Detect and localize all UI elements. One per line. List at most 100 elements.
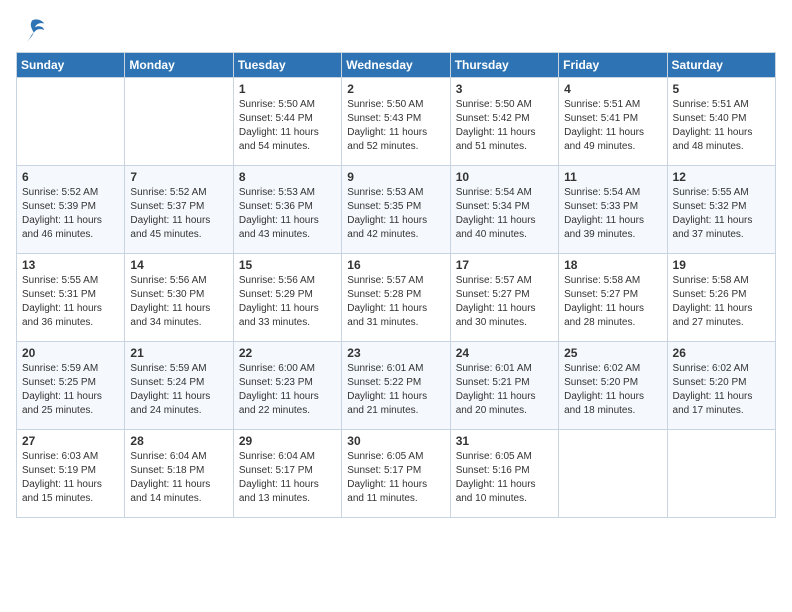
day-info: Sunrise: 5:58 AM Sunset: 5:26 PM Dayligh…: [673, 274, 770, 330]
calendar-cell: 4 Sunrise: 5:51 AM Sunset: 5:41 PM Daylig…: [559, 78, 667, 166]
day-info: Sunrise: 6:01 AM Sunset: 5:22 PM Dayligh…: [347, 362, 444, 418]
day-number: 10: [456, 170, 553, 184]
calendar-cell: 15Sunrise: 5:56 AM Sunset: 5:29 PM Dayli…: [233, 254, 341, 342]
day-info: Sunrise: 5:55 AM Sunset: 5:32 PM Dayligh…: [673, 186, 770, 242]
calendar-cell: 5 Sunrise: 5:51 AM Sunset: 5:40 PM Daylig…: [667, 78, 775, 166]
calendar-cell: 25 Sunrise: 6:02 AM Sunset: 5:20 PM Dayli…: [559, 342, 667, 430]
calendar-cell: 21 Sunrise: 5:59 AM Sunset: 5:24 PM Dayli…: [125, 342, 233, 430]
day-number: 31: [456, 434, 553, 448]
calendar-cell: 9 Sunrise: 5:53 AM Sunset: 5:35 PM Daylig…: [342, 166, 450, 254]
calendar-cell: 1 Sunrise: 5:50 AM Sunset: 5:44 PM Daylig…: [233, 78, 341, 166]
day-number: 2: [347, 82, 444, 96]
calendar-cell: 8 Sunrise: 5:53 AM Sunset: 5:36 PM Daylig…: [233, 166, 341, 254]
day-info: Sunrise: 5:51 AM Sunset: 5:40 PM Dayligh…: [673, 98, 770, 154]
day-info: Sunrise: 5:57 AM Sunset: 5:28 PM Dayligh…: [347, 274, 444, 330]
weekday-header-sunday: Sunday: [17, 53, 125, 78]
day-number: 11: [564, 170, 661, 184]
day-info: Sunrise: 5:51 AM Sunset: 5:41 PM Dayligh…: [564, 98, 661, 154]
day-number: 30: [347, 434, 444, 448]
calendar-cell: 3 Sunrise: 5:50 AM Sunset: 5:42 PM Daylig…: [450, 78, 558, 166]
day-number: 8: [239, 170, 336, 184]
day-info: Sunrise: 5:55 AM Sunset: 5:31 PM Dayligh…: [22, 274, 119, 330]
day-info: Sunrise: 5:50 AM Sunset: 5:42 PM Dayligh…: [456, 98, 553, 154]
logo-bird-icon: [18, 16, 46, 44]
day-number: 9: [347, 170, 444, 184]
day-info: Sunrise: 6:05 AM Sunset: 5:17 PM Dayligh…: [347, 450, 444, 506]
weekday-header-row: SundayMondayTuesdayWednesdayThursdayFrid…: [17, 53, 776, 78]
day-info: Sunrise: 5:56 AM Sunset: 5:30 PM Dayligh…: [130, 274, 227, 330]
day-info: Sunrise: 5:53 AM Sunset: 5:36 PM Dayligh…: [239, 186, 336, 242]
day-info: Sunrise: 5:54 AM Sunset: 5:34 PM Dayligh…: [456, 186, 553, 242]
day-number: 27: [22, 434, 119, 448]
day-info: Sunrise: 5:50 AM Sunset: 5:43 PM Dayligh…: [347, 98, 444, 154]
day-info: Sunrise: 5:50 AM Sunset: 5:44 PM Dayligh…: [239, 98, 336, 154]
calendar-cell: 7 Sunrise: 5:52 AM Sunset: 5:37 PM Daylig…: [125, 166, 233, 254]
day-number: 17: [456, 258, 553, 272]
day-number: 26: [673, 346, 770, 360]
calendar-cell: 31Sunrise: 6:05 AM Sunset: 5:16 PM Dayli…: [450, 430, 558, 518]
day-info: Sunrise: 5:53 AM Sunset: 5:35 PM Dayligh…: [347, 186, 444, 242]
weekday-header-monday: Monday: [125, 53, 233, 78]
day-info: Sunrise: 6:02 AM Sunset: 5:20 PM Dayligh…: [564, 362, 661, 418]
day-info: Sunrise: 6:02 AM Sunset: 5:20 PM Dayligh…: [673, 362, 770, 418]
day-info: Sunrise: 5:59 AM Sunset: 5:25 PM Dayligh…: [22, 362, 119, 418]
calendar-week-row: 27 Sunrise: 6:03 AM Sunset: 5:19 PM Dayli…: [17, 430, 776, 518]
calendar-cell: 19 Sunrise: 5:58 AM Sunset: 5:26 PM Dayli…: [667, 254, 775, 342]
page-header: [16, 16, 776, 44]
day-number: 4: [564, 82, 661, 96]
calendar-cell: 22 Sunrise: 6:00 AM Sunset: 5:23 PM Dayli…: [233, 342, 341, 430]
calendar-cell: [559, 430, 667, 518]
day-info: Sunrise: 6:00 AM Sunset: 5:23 PM Dayligh…: [239, 362, 336, 418]
calendar-cell: 23Sunrise: 6:01 AM Sunset: 5:22 PM Dayli…: [342, 342, 450, 430]
weekday-header-saturday: Saturday: [667, 53, 775, 78]
calendar-cell: 27 Sunrise: 6:03 AM Sunset: 5:19 PM Dayli…: [17, 430, 125, 518]
calendar-cell: 29 Sunrise: 6:04 AM Sunset: 5:17 PM Dayli…: [233, 430, 341, 518]
day-number: 28: [130, 434, 227, 448]
day-number: 5: [673, 82, 770, 96]
weekday-header-thursday: Thursday: [450, 53, 558, 78]
calendar-cell: 18Sunrise: 5:58 AM Sunset: 5:27 PM Dayli…: [559, 254, 667, 342]
day-number: 7: [130, 170, 227, 184]
day-info: Sunrise: 6:03 AM Sunset: 5:19 PM Dayligh…: [22, 450, 119, 506]
day-number: 12: [673, 170, 770, 184]
day-number: 6: [22, 170, 119, 184]
calendar-week-row: 20 Sunrise: 5:59 AM Sunset: 5:25 PM Dayli…: [17, 342, 776, 430]
calendar-cell: 30 Sunrise: 6:05 AM Sunset: 5:17 PM Dayli…: [342, 430, 450, 518]
day-number: 20: [22, 346, 119, 360]
day-number: 1: [239, 82, 336, 96]
day-number: 13: [22, 258, 119, 272]
weekday-header-wednesday: Wednesday: [342, 53, 450, 78]
calendar-cell: 12 Sunrise: 5:55 AM Sunset: 5:32 PM Dayli…: [667, 166, 775, 254]
calendar-cell: 28 Sunrise: 6:04 AM Sunset: 5:18 PM Dayli…: [125, 430, 233, 518]
calendar-cell: 13 Sunrise: 5:55 AM Sunset: 5:31 PM Dayli…: [17, 254, 125, 342]
calendar-cell: 26 Sunrise: 6:02 AM Sunset: 5:20 PM Dayli…: [667, 342, 775, 430]
calendar-cell: 14 Sunrise: 5:56 AM Sunset: 5:30 PM Dayli…: [125, 254, 233, 342]
calendar-cell: 11 Sunrise: 5:54 AM Sunset: 5:33 PM Dayli…: [559, 166, 667, 254]
calendar-cell: 2 Sunrise: 5:50 AM Sunset: 5:43 PM Daylig…: [342, 78, 450, 166]
day-number: 22: [239, 346, 336, 360]
calendar-cell: [125, 78, 233, 166]
day-number: 16: [347, 258, 444, 272]
day-info: Sunrise: 6:01 AM Sunset: 5:21 PM Dayligh…: [456, 362, 553, 418]
day-info: Sunrise: 6:04 AM Sunset: 5:17 PM Dayligh…: [239, 450, 336, 506]
day-number: 3: [456, 82, 553, 96]
day-info: Sunrise: 5:52 AM Sunset: 5:37 PM Dayligh…: [130, 186, 227, 242]
day-info: Sunrise: 6:04 AM Sunset: 5:18 PM Dayligh…: [130, 450, 227, 506]
day-info: Sunrise: 5:59 AM Sunset: 5:24 PM Dayligh…: [130, 362, 227, 418]
calendar-cell: [667, 430, 775, 518]
day-info: Sunrise: 5:54 AM Sunset: 5:33 PM Dayligh…: [564, 186, 661, 242]
day-number: 25: [564, 346, 661, 360]
day-info: Sunrise: 5:57 AM Sunset: 5:27 PM Dayligh…: [456, 274, 553, 330]
day-number: 14: [130, 258, 227, 272]
calendar-cell: 6Sunrise: 5:52 AM Sunset: 5:39 PM Daylig…: [17, 166, 125, 254]
weekday-header-friday: Friday: [559, 53, 667, 78]
calendar-week-row: 13 Sunrise: 5:55 AM Sunset: 5:31 PM Dayli…: [17, 254, 776, 342]
calendar-week-row: 6Sunrise: 5:52 AM Sunset: 5:39 PM Daylig…: [17, 166, 776, 254]
day-number: 21: [130, 346, 227, 360]
day-number: 29: [239, 434, 336, 448]
calendar-table: SundayMondayTuesdayWednesdayThursdayFrid…: [16, 52, 776, 518]
day-number: 19: [673, 258, 770, 272]
calendar-cell: [17, 78, 125, 166]
day-number: 15: [239, 258, 336, 272]
calendar-cell: 16 Sunrise: 5:57 AM Sunset: 5:28 PM Dayli…: [342, 254, 450, 342]
